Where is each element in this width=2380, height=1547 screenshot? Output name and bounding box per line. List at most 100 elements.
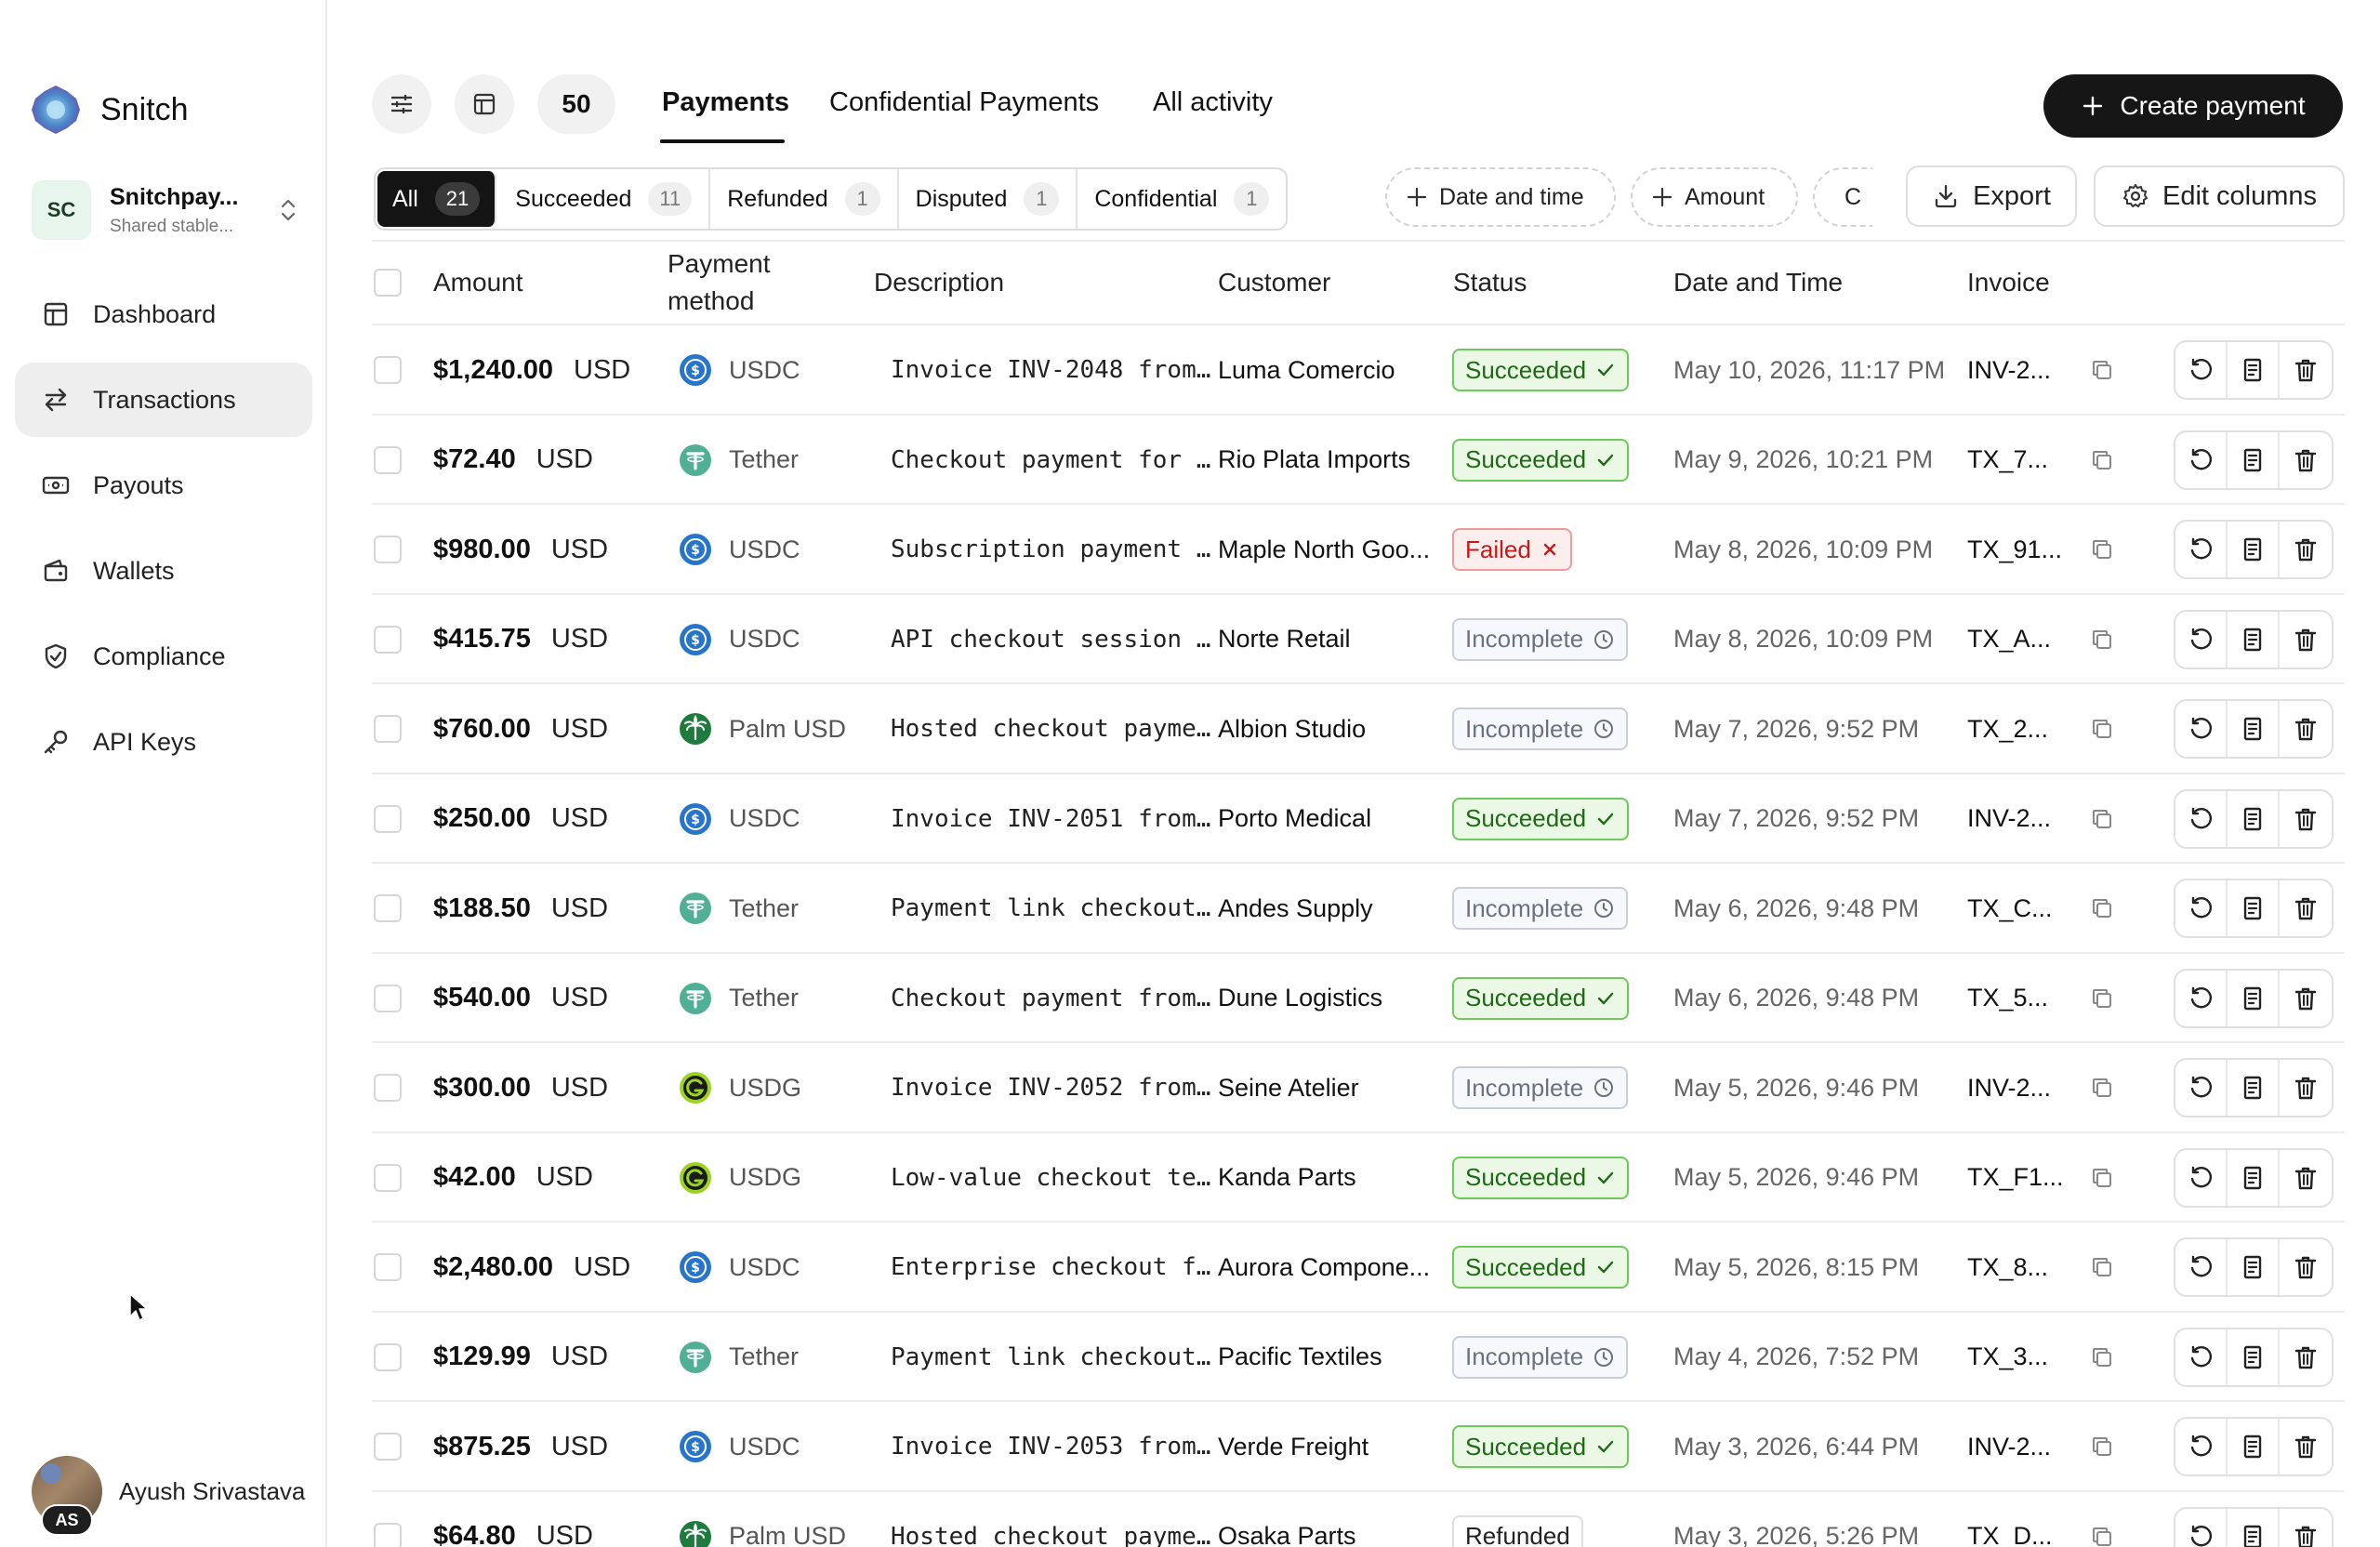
copy-invoice-button[interactable] — [2088, 595, 2116, 684]
receipt-button[interactable] — [2228, 880, 2280, 936]
add-filter-chip-truncated[interactable]: C — [1813, 167, 1872, 227]
refund-button[interactable] — [2175, 701, 2228, 757]
segment-succeeded[interactable]: Succeeded 11 — [498, 169, 711, 229]
layout-toggle-button[interactable] — [455, 74, 514, 134]
segment-disputed[interactable]: Disputed 1 — [899, 169, 1078, 229]
edit-columns-button[interactable]: Edit columns — [2094, 165, 2345, 227]
refund-button[interactable] — [2175, 1419, 2228, 1474]
receipt-button[interactable] — [2228, 1508, 2280, 1547]
table-row[interactable]: $72.40 USD Tether Checkout payment for … Rio… — [372, 416, 2345, 505]
invoice-id[interactable]: TX_91... — [1967, 536, 2062, 564]
customer-name[interactable]: Maple North Goo... — [1218, 536, 1430, 564]
sidebar-item-dashboard[interactable]: Dashboard — [15, 277, 312, 351]
delete-button[interactable] — [2280, 1060, 2332, 1116]
delete-button[interactable] — [2280, 432, 2332, 488]
user-menu[interactable]: AS Ayush Srivastava — [32, 1456, 305, 1536]
delete-button[interactable] — [2280, 522, 2332, 577]
refund-button[interactable] — [2175, 431, 2228, 488]
invoice-id[interactable]: TX_7... — [1967, 445, 2048, 474]
table-row[interactable]: $415.75 USD $ USDC API checkout session … Nor… — [372, 595, 2345, 684]
row-checkbox[interactable] — [374, 1342, 402, 1371]
sidebar-item-api-keys[interactable]: API Keys — [15, 705, 312, 779]
receipt-button[interactable] — [2228, 970, 2280, 1026]
delete-button[interactable] — [2280, 791, 2332, 847]
copy-invoice-button[interactable] — [2088, 684, 2116, 774]
row-checkbox[interactable] — [374, 445, 402, 474]
receipt-button[interactable] — [2228, 342, 2280, 398]
table-row[interactable]: $2,480.00 USD $ USDC Enterprise checkout f… A… — [372, 1223, 2345, 1313]
header-amount[interactable]: Amount — [433, 264, 523, 301]
invoice-id[interactable]: INV-2... — [1967, 356, 2051, 385]
segment-confidential[interactable]: Confidential 1 — [1078, 169, 1286, 229]
delete-button[interactable] — [2280, 1419, 2332, 1474]
receipt-button[interactable] — [2228, 790, 2280, 847]
row-checkbox[interactable] — [374, 715, 402, 743]
tab-confidential-payments[interactable]: Confidential Payments — [829, 87, 1099, 118]
invoice-id[interactable]: TX_A... — [1967, 625, 2051, 654]
customer-name[interactable]: Osaka Parts — [1218, 1522, 1356, 1547]
copy-invoice-button[interactable] — [2088, 954, 2116, 1043]
customer-name[interactable]: Luma Comercio — [1218, 356, 1395, 385]
customer-name[interactable]: Seine Atelier — [1218, 1074, 1359, 1103]
receipt-button[interactable] — [2228, 1329, 2280, 1385]
delete-button[interactable] — [2280, 612, 2332, 668]
delete-button[interactable] — [2280, 1150, 2332, 1206]
refund-button[interactable] — [2175, 522, 2228, 577]
tab-all-activity[interactable]: All activity — [1153, 87, 1273, 118]
header-payment-method[interactable]: Payment method — [668, 245, 798, 320]
delete-button[interactable] — [2280, 701, 2332, 757]
copy-invoice-button[interactable] — [2088, 416, 2116, 505]
table-row[interactable]: $1,240.00 USD $ USDC Invoice INV-2048 from… L… — [372, 325, 2345, 416]
delete-button[interactable] — [2280, 971, 2332, 1026]
table-row[interactable]: $760.00 USD Palm USD Hosted checkout payme…… — [372, 684, 2345, 774]
row-checkbox[interactable] — [374, 356, 402, 384]
customer-name[interactable]: Albion Studio — [1218, 715, 1366, 744]
row-checkbox[interactable] — [374, 804, 402, 833]
refund-button[interactable] — [2175, 1239, 2228, 1295]
refund-button[interactable] — [2175, 611, 2228, 668]
segment-all[interactable]: All 21 — [377, 171, 497, 227]
invoice-id[interactable]: TX_3... — [1967, 1342, 2048, 1371]
customer-name[interactable]: Aurora Compone... — [1218, 1253, 1430, 1282]
table-row[interactable]: $42.00 USD USDG Low-value checkout te… Kanda… — [372, 1133, 2345, 1223]
delete-button[interactable] — [2280, 1509, 2332, 1547]
refund-button[interactable] — [2175, 342, 2228, 398]
refund-button[interactable] — [2175, 1329, 2228, 1385]
copy-invoice-button[interactable] — [2088, 505, 2116, 594]
page-size-selector[interactable]: 50 — [537, 74, 615, 134]
receipt-button[interactable] — [2228, 1239, 2280, 1295]
invoice-id[interactable]: TX_D... — [1967, 1522, 2053, 1547]
copy-invoice-button[interactable] — [2088, 1402, 2116, 1491]
sidebar-item-payouts[interactable]: Payouts — [15, 448, 312, 522]
table-row[interactable]: $875.25 USD $ USDC Invoice INV-2053 from… Ver… — [372, 1402, 2345, 1492]
header-date[interactable]: Date and Time — [1673, 264, 1843, 301]
copy-invoice-button[interactable] — [2088, 1492, 2116, 1547]
header-invoice[interactable]: Invoice — [1967, 264, 2050, 301]
delete-button[interactable] — [2280, 1239, 2332, 1295]
refund-button[interactable] — [2175, 1149, 2228, 1206]
row-checkbox[interactable] — [374, 1253, 402, 1281]
receipt-button[interactable] — [2228, 701, 2280, 757]
receipt-button[interactable] — [2228, 1419, 2280, 1474]
table-row[interactable]: $188.50 USD Tether Payment link checkout… An… — [372, 864, 2345, 954]
copy-invoice-button[interactable] — [2088, 1043, 2116, 1132]
receipt-button[interactable] — [2228, 1149, 2280, 1206]
row-checkbox[interactable] — [374, 1522, 402, 1547]
customer-name[interactable]: Dune Logistics — [1218, 984, 1382, 1012]
invoice-id[interactable]: TX_8... — [1967, 1253, 2048, 1282]
refund-button[interactable] — [2175, 880, 2228, 936]
table-row[interactable]: $300.00 USD USDG Invoice INV-2052 from… Sein… — [372, 1043, 2345, 1133]
brand[interactable]: Snitch — [30, 84, 189, 136]
customer-name[interactable]: Norte Retail — [1218, 625, 1351, 654]
table-row[interactable]: $250.00 USD $ USDC Invoice INV-2051 from… Por… — [372, 774, 2345, 864]
delete-button[interactable] — [2280, 1329, 2332, 1385]
copy-invoice-button[interactable] — [2088, 1223, 2116, 1312]
export-button[interactable]: Export — [1906, 165, 2077, 227]
receipt-button[interactable] — [2228, 1060, 2280, 1116]
invoice-id[interactable]: TX_C... — [1967, 894, 2053, 923]
delete-button[interactable] — [2280, 880, 2332, 936]
refund-button[interactable] — [2175, 970, 2228, 1026]
sidebar-item-compliance[interactable]: Compliance — [15, 619, 312, 694]
add-amount-filter-chip[interactable]: Amount — [1631, 167, 1798, 227]
segment-refunded[interactable]: Refunded 1 — [710, 169, 899, 229]
